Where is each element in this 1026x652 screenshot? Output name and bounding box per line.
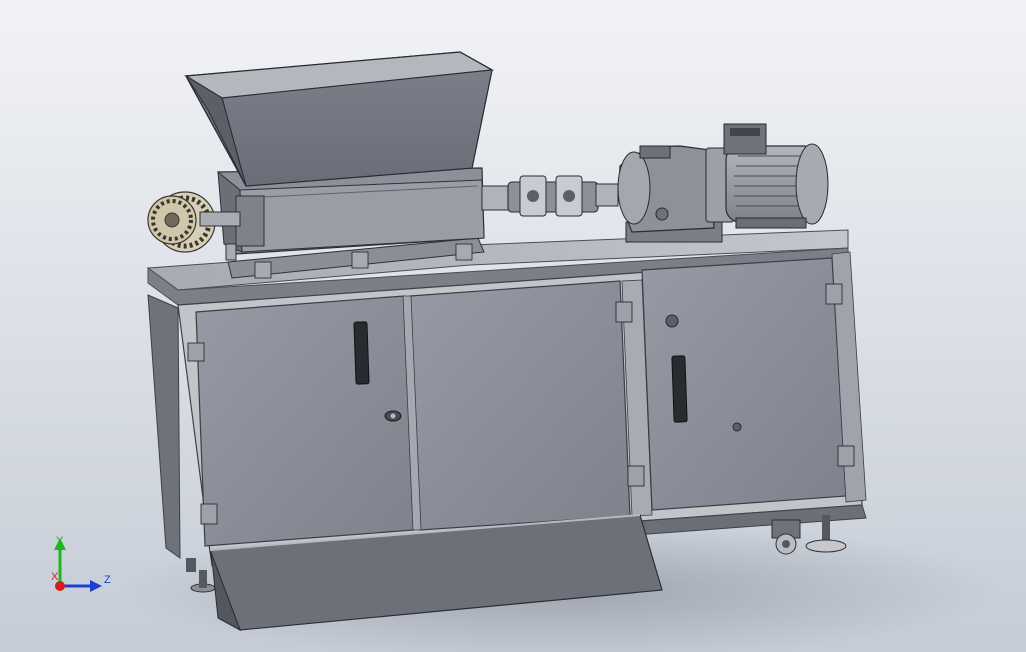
left-shaft bbox=[199, 211, 241, 227]
gearbox-top-cap bbox=[639, 145, 671, 159]
hinge-right-lower bbox=[837, 445, 855, 467]
foot-left-stem bbox=[199, 570, 207, 588]
coupling bbox=[507, 175, 599, 217]
gearbox-input-shaft bbox=[595, 183, 619, 207]
gearbox-flange bbox=[617, 151, 651, 225]
foot-left-rear bbox=[186, 558, 196, 572]
left-door-handle[interactable] bbox=[353, 321, 370, 385]
left-door-lock-icon[interactable] bbox=[384, 410, 402, 422]
right-door-handle[interactable] bbox=[671, 355, 688, 423]
left-door[interactable] bbox=[195, 295, 415, 547]
hinge-left-upper bbox=[187, 342, 205, 362]
hinge-left-lower bbox=[200, 503, 218, 525]
motor-feet bbox=[735, 217, 807, 229]
x-axis-label: X bbox=[51, 571, 59, 583]
lower-shaft-stub bbox=[225, 243, 237, 261]
right-door-knob-icon[interactable] bbox=[665, 314, 679, 328]
motor-fan-cover bbox=[795, 143, 829, 225]
hinge-middle-lower bbox=[627, 465, 645, 487]
machine-drawing: Y Z X bbox=[0, 0, 1026, 652]
hinge-middle-upper bbox=[615, 301, 633, 323]
z-axis-label: Z bbox=[104, 574, 111, 586]
cad-viewport[interactable]: Y Z X bbox=[0, 0, 1026, 652]
y-axis-label: Y bbox=[56, 535, 64, 547]
right-door-lock-icon[interactable] bbox=[732, 422, 742, 432]
hinge-right-upper bbox=[825, 283, 843, 305]
middle-door[interactable] bbox=[409, 280, 631, 531]
